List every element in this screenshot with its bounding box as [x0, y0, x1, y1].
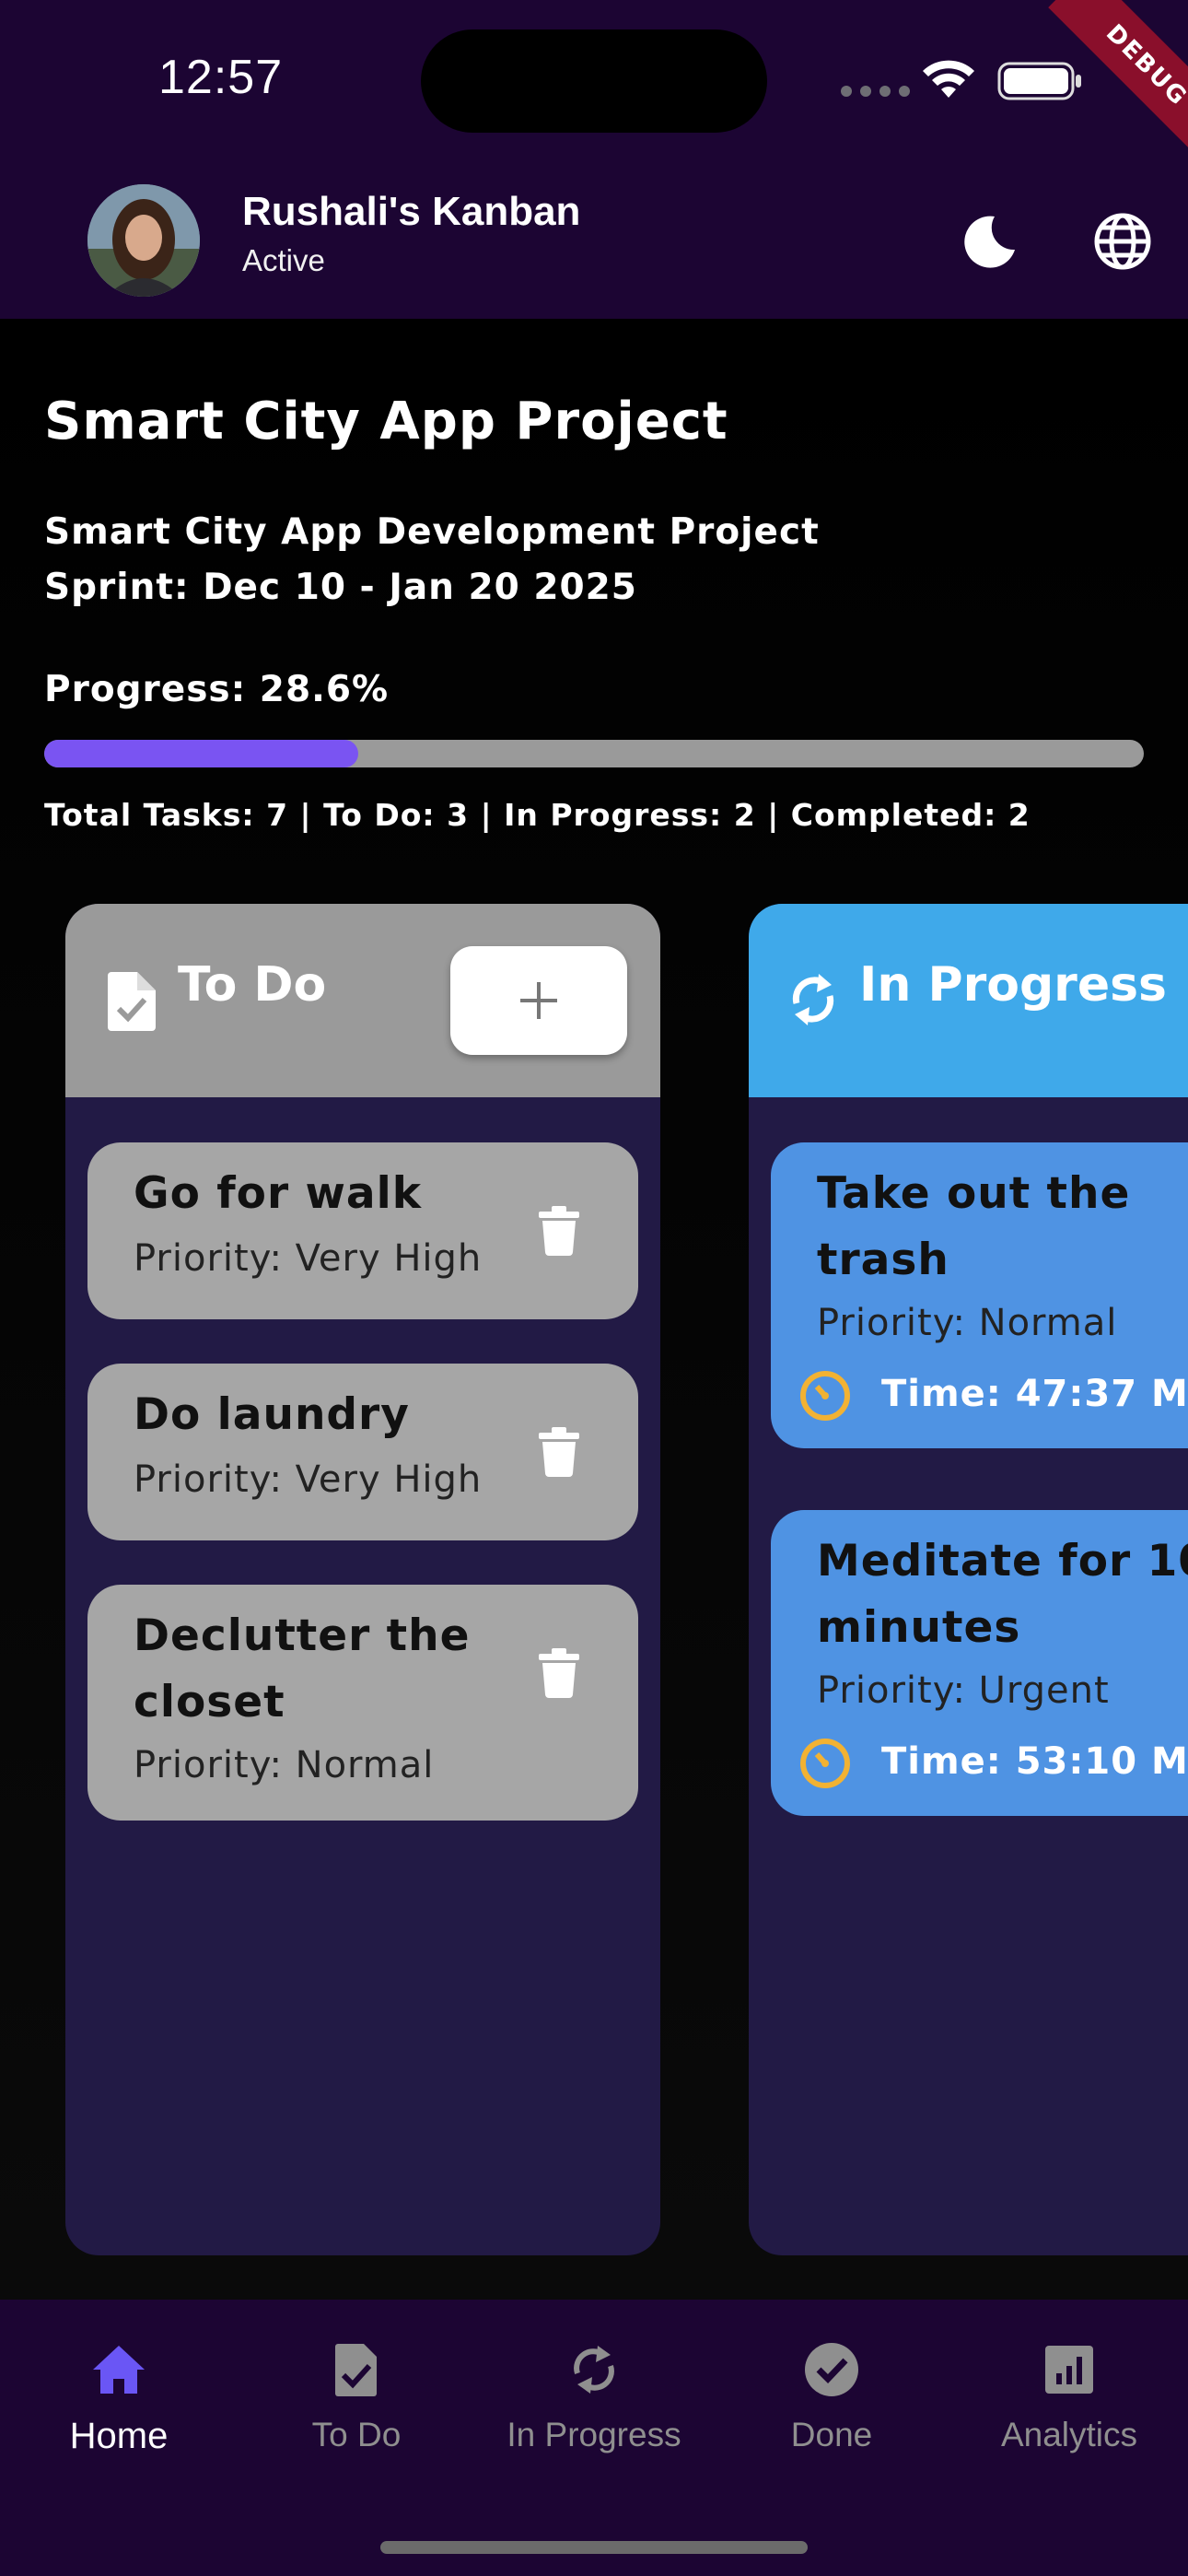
nav-label: Home — [69, 2416, 169, 2456]
task-timer: Time: 47:37 Min — [881, 1373, 1188, 1415]
status-time: 12:57 — [158, 51, 284, 104]
task-title: Take out the trash — [817, 1168, 1131, 1285]
timer-icon — [800, 1739, 850, 1788]
project-sprint: Sprint: Dec 10 - Jan 20 2025 — [44, 567, 637, 608]
progress-fill — [44, 740, 359, 767]
plus-icon — [520, 982, 557, 1019]
column-todo: To Do Go for walk Priority: Very High Do… — [65, 904, 660, 2255]
sync-icon — [574, 2346, 614, 2394]
task-timer: Time: 53:10 Min — [881, 1740, 1188, 1783]
wifi-icon — [923, 60, 974, 98]
column-todo-title: To Do — [178, 957, 327, 1013]
trash-icon[interactable] — [539, 1427, 579, 1477]
task-priority: Priority: Very High — [134, 1237, 483, 1280]
column-in-progress: In Progress Take out the trash Priority:… — [749, 904, 1188, 2255]
task-card[interactable]: Do laundry Priority: Very High — [87, 1364, 638, 1540]
add-task-button[interactable] — [450, 946, 627, 1055]
home-indicator — [380, 2541, 808, 2554]
analytics-icon — [1045, 2346, 1093, 2394]
task-title: Meditate for 10 minutes — [817, 1536, 1188, 1653]
nav-analytics[interactable]: Analytics — [959, 2340, 1180, 2454]
progress-label: Progress: 28.6% — [44, 669, 390, 710]
avatar-image — [87, 184, 200, 297]
column-in-progress-header: In Progress — [749, 904, 1188, 1097]
battery-icon — [997, 62, 1081, 100]
task-priority: Priority: Normal — [817, 1302, 1118, 1344]
task-card[interactable]: Declutter the closet Priority: Normal — [87, 1585, 638, 1821]
home-icon — [93, 2346, 145, 2394]
nav-label: Analytics — [1000, 2416, 1138, 2453]
document-check-icon — [335, 2344, 377, 2396]
nav-in-progress[interactable]: In Progress — [483, 2340, 705, 2454]
project-title: Smart City App Project — [44, 392, 728, 451]
task-priority: Priority: Very High — [134, 1458, 483, 1501]
trash-icon[interactable] — [539, 1206, 579, 1256]
nav-label: To Do — [311, 2416, 402, 2453]
task-card[interactable]: Take out the trash Priority: Normal Time… — [771, 1142, 1188, 1448]
task-card[interactable]: Go for walk Priority: Very High — [87, 1142, 638, 1319]
timer-icon — [800, 1371, 850, 1421]
project-description: Smart City App Development Project — [44, 511, 820, 553]
column-in-progress-title: In Progress — [859, 957, 1167, 1013]
board-title: Rushali's Kanban — [242, 189, 581, 234]
avatar[interactable] — [87, 184, 200, 297]
globe-icon[interactable] — [1090, 209, 1155, 274]
progress-bar — [44, 740, 1144, 767]
task-card[interactable]: Meditate for 10 minutes Priority: Urgent… — [771, 1510, 1188, 1816]
trash-icon[interactable] — [539, 1648, 579, 1698]
moon-icon[interactable] — [958, 209, 1022, 274]
nav-todo[interactable]: To Do — [246, 2340, 467, 2454]
nav-label: In Progress — [507, 2416, 681, 2453]
task-priority: Priority: Normal — [134, 1744, 435, 1786]
nav-label: Done — [790, 2416, 873, 2453]
check-circle-icon — [805, 2343, 858, 2396]
nav-done[interactable]: Done — [721, 2340, 942, 2454]
dynamic-island — [421, 29, 767, 133]
task-title: Declutter the closet — [134, 1610, 471, 1727]
signal-icon — [841, 86, 910, 97]
column-todo-header: To Do — [65, 904, 660, 1097]
task-priority: Priority: Urgent — [817, 1669, 1110, 1712]
task-stats: Total Tasks: 7 | To Do: 3 | In Progress:… — [44, 797, 1031, 833]
nav-home[interactable]: Home — [8, 2340, 229, 2457]
board-status: Active — [242, 243, 325, 277]
task-title: Do laundry — [134, 1389, 410, 1440]
sync-icon — [792, 974, 834, 1025]
document-check-icon — [108, 972, 156, 1031]
task-title: Go for walk — [134, 1168, 423, 1219]
